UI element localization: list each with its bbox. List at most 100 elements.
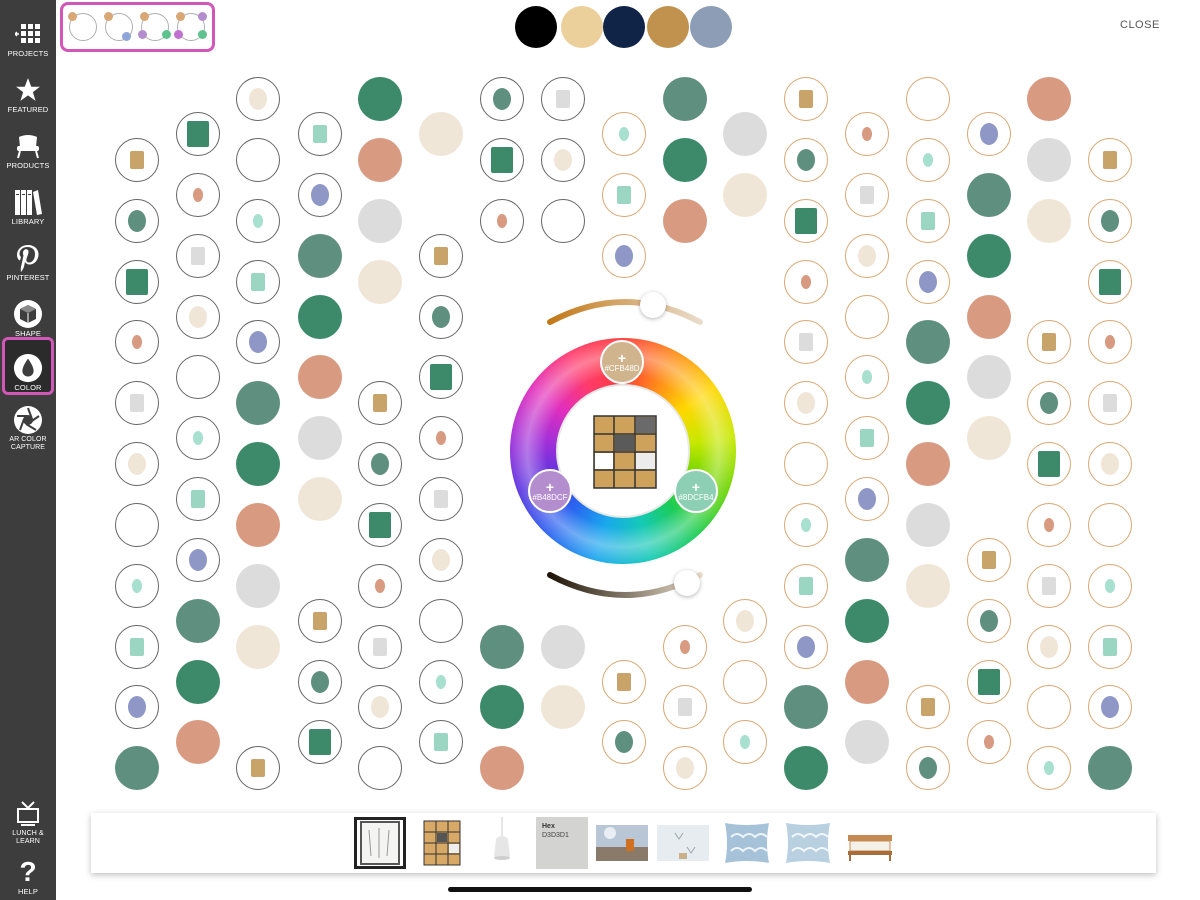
- grid-item[interactable]: [663, 685, 707, 730]
- grid-item[interactable]: [236, 381, 280, 426]
- grid-item[interactable]: [419, 416, 463, 461]
- grid-item[interactable]: [845, 233, 889, 278]
- grid-item[interactable]: [358, 259, 402, 304]
- grid-item[interactable]: [298, 416, 342, 461]
- grid-item[interactable]: [1088, 381, 1132, 426]
- grid-item[interactable]: [845, 112, 889, 156]
- grid-item[interactable]: [967, 416, 1011, 461]
- grid-item[interactable]: [480, 746, 524, 791]
- grid-item[interactable]: [1088, 563, 1132, 608]
- grid-item[interactable]: [115, 77, 159, 121]
- grid-item[interactable]: [845, 720, 889, 765]
- grid-item[interactable]: [1027, 77, 1071, 121]
- grid-item[interactable]: [663, 137, 707, 182]
- grid-item[interactable]: [115, 685, 159, 730]
- grid-item[interactable]: [967, 659, 1011, 704]
- grid-item[interactable]: [784, 502, 828, 547]
- grid-item[interactable]: [967, 598, 1011, 643]
- tray-item-framed-art[interactable]: [354, 817, 406, 869]
- grid-item[interactable]: [236, 137, 280, 182]
- grid-item[interactable]: [1027, 502, 1071, 547]
- grid-item[interactable]: [419, 294, 463, 339]
- grid-item[interactable]: [967, 720, 1011, 765]
- grid-item[interactable]: [1027, 320, 1071, 365]
- grid-item[interactable]: [967, 112, 1011, 156]
- grid-item[interactable]: [298, 355, 342, 400]
- grid-item[interactable]: [1027, 746, 1071, 791]
- grid-item[interactable]: [419, 720, 463, 765]
- grid-item[interactable]: [358, 77, 402, 121]
- grid-item[interactable]: [906, 563, 950, 608]
- grid-item[interactable]: [906, 381, 950, 426]
- grid-item[interactable]: [176, 112, 220, 156]
- grid-item[interactable]: [784, 198, 828, 243]
- tray-item-pendant-lamp[interactable]: [476, 817, 528, 869]
- grid-item[interactable]: [115, 502, 159, 547]
- grid-item[interactable]: [176, 537, 220, 582]
- grid-item[interactable]: [541, 746, 585, 791]
- tray-item-wallpaper[interactable]: [657, 817, 709, 869]
- grid-item[interactable]: [906, 442, 950, 487]
- grid-item[interactable]: [967, 355, 1011, 400]
- grid-item[interactable]: [1088, 259, 1132, 304]
- grid-item[interactable]: [663, 746, 707, 791]
- grid-item[interactable]: [358, 563, 402, 608]
- grid-item[interactable]: [298, 477, 342, 522]
- grid-item[interactable]: [845, 294, 889, 339]
- grid-item[interactable]: [480, 198, 524, 243]
- saturation-arc-slider[interactable]: [540, 286, 710, 336]
- grid-item[interactable]: [480, 137, 524, 182]
- grid-item[interactable]: [845, 537, 889, 582]
- grid-item[interactable]: [298, 233, 342, 278]
- grid-item[interactable]: [115, 259, 159, 304]
- grid-item[interactable]: [298, 659, 342, 704]
- grid-item[interactable]: [967, 537, 1011, 582]
- grid-item[interactable]: [298, 172, 342, 217]
- grid-item[interactable]: [602, 659, 646, 704]
- grid-item[interactable]: [541, 137, 585, 182]
- tray-item-bed[interactable]: [844, 817, 896, 869]
- grid-item[interactable]: [1088, 320, 1132, 365]
- tray-item-room-photo[interactable]: [596, 817, 648, 869]
- grid-item[interactable]: [236, 502, 280, 547]
- grid-item[interactable]: [236, 685, 280, 730]
- grid-item[interactable]: [1027, 624, 1071, 669]
- grid-item[interactable]: [602, 233, 646, 278]
- tray-item-shelving[interactable]: [416, 817, 468, 869]
- grid-item[interactable]: [784, 259, 828, 304]
- grid-item[interactable]: [663, 198, 707, 243]
- grid-item[interactable]: [1027, 137, 1071, 182]
- grid-item[interactable]: [358, 381, 402, 426]
- grid-item[interactable]: [419, 112, 463, 156]
- grid-item[interactable]: [723, 598, 767, 643]
- grid-item[interactable]: [115, 746, 159, 791]
- grid-item[interactable]: [602, 720, 646, 765]
- saturation-slider-knob[interactable]: [640, 292, 666, 318]
- grid-item[interactable]: [1088, 746, 1132, 791]
- grid-item[interactable]: [115, 381, 159, 426]
- tray-item-hex-color[interactable]: Hex D3D3D1: [536, 817, 588, 869]
- grid-item[interactable]: [236, 77, 280, 121]
- grid-item[interactable]: [1027, 442, 1071, 487]
- grid-item[interactable]: [236, 198, 280, 243]
- tray-item-pillow-light[interactable]: [782, 817, 834, 869]
- tray-item-pillow-blue[interactable]: [721, 817, 773, 869]
- grid-item[interactable]: [1088, 137, 1132, 182]
- grid-item[interactable]: [784, 685, 828, 730]
- grid-item[interactable]: [176, 477, 220, 522]
- grid-item[interactable]: [358, 746, 402, 791]
- color-handle-secondary[interactable]: + #B48DCF: [528, 469, 572, 513]
- grid-item[interactable]: [784, 320, 828, 365]
- grid-item[interactable]: [1088, 442, 1132, 487]
- grid-item[interactable]: [845, 416, 889, 461]
- grid-item[interactable]: [176, 172, 220, 217]
- grid-item[interactable]: [906, 502, 950, 547]
- grid-item[interactable]: [906, 259, 950, 304]
- grid-item[interactable]: [602, 112, 646, 156]
- grid-item[interactable]: [906, 320, 950, 365]
- grid-item[interactable]: [906, 198, 950, 243]
- grid-item[interactable]: [784, 442, 828, 487]
- grid-item[interactable]: [784, 563, 828, 608]
- grid-item[interactable]: [176, 659, 220, 704]
- grid-item[interactable]: [906, 746, 950, 791]
